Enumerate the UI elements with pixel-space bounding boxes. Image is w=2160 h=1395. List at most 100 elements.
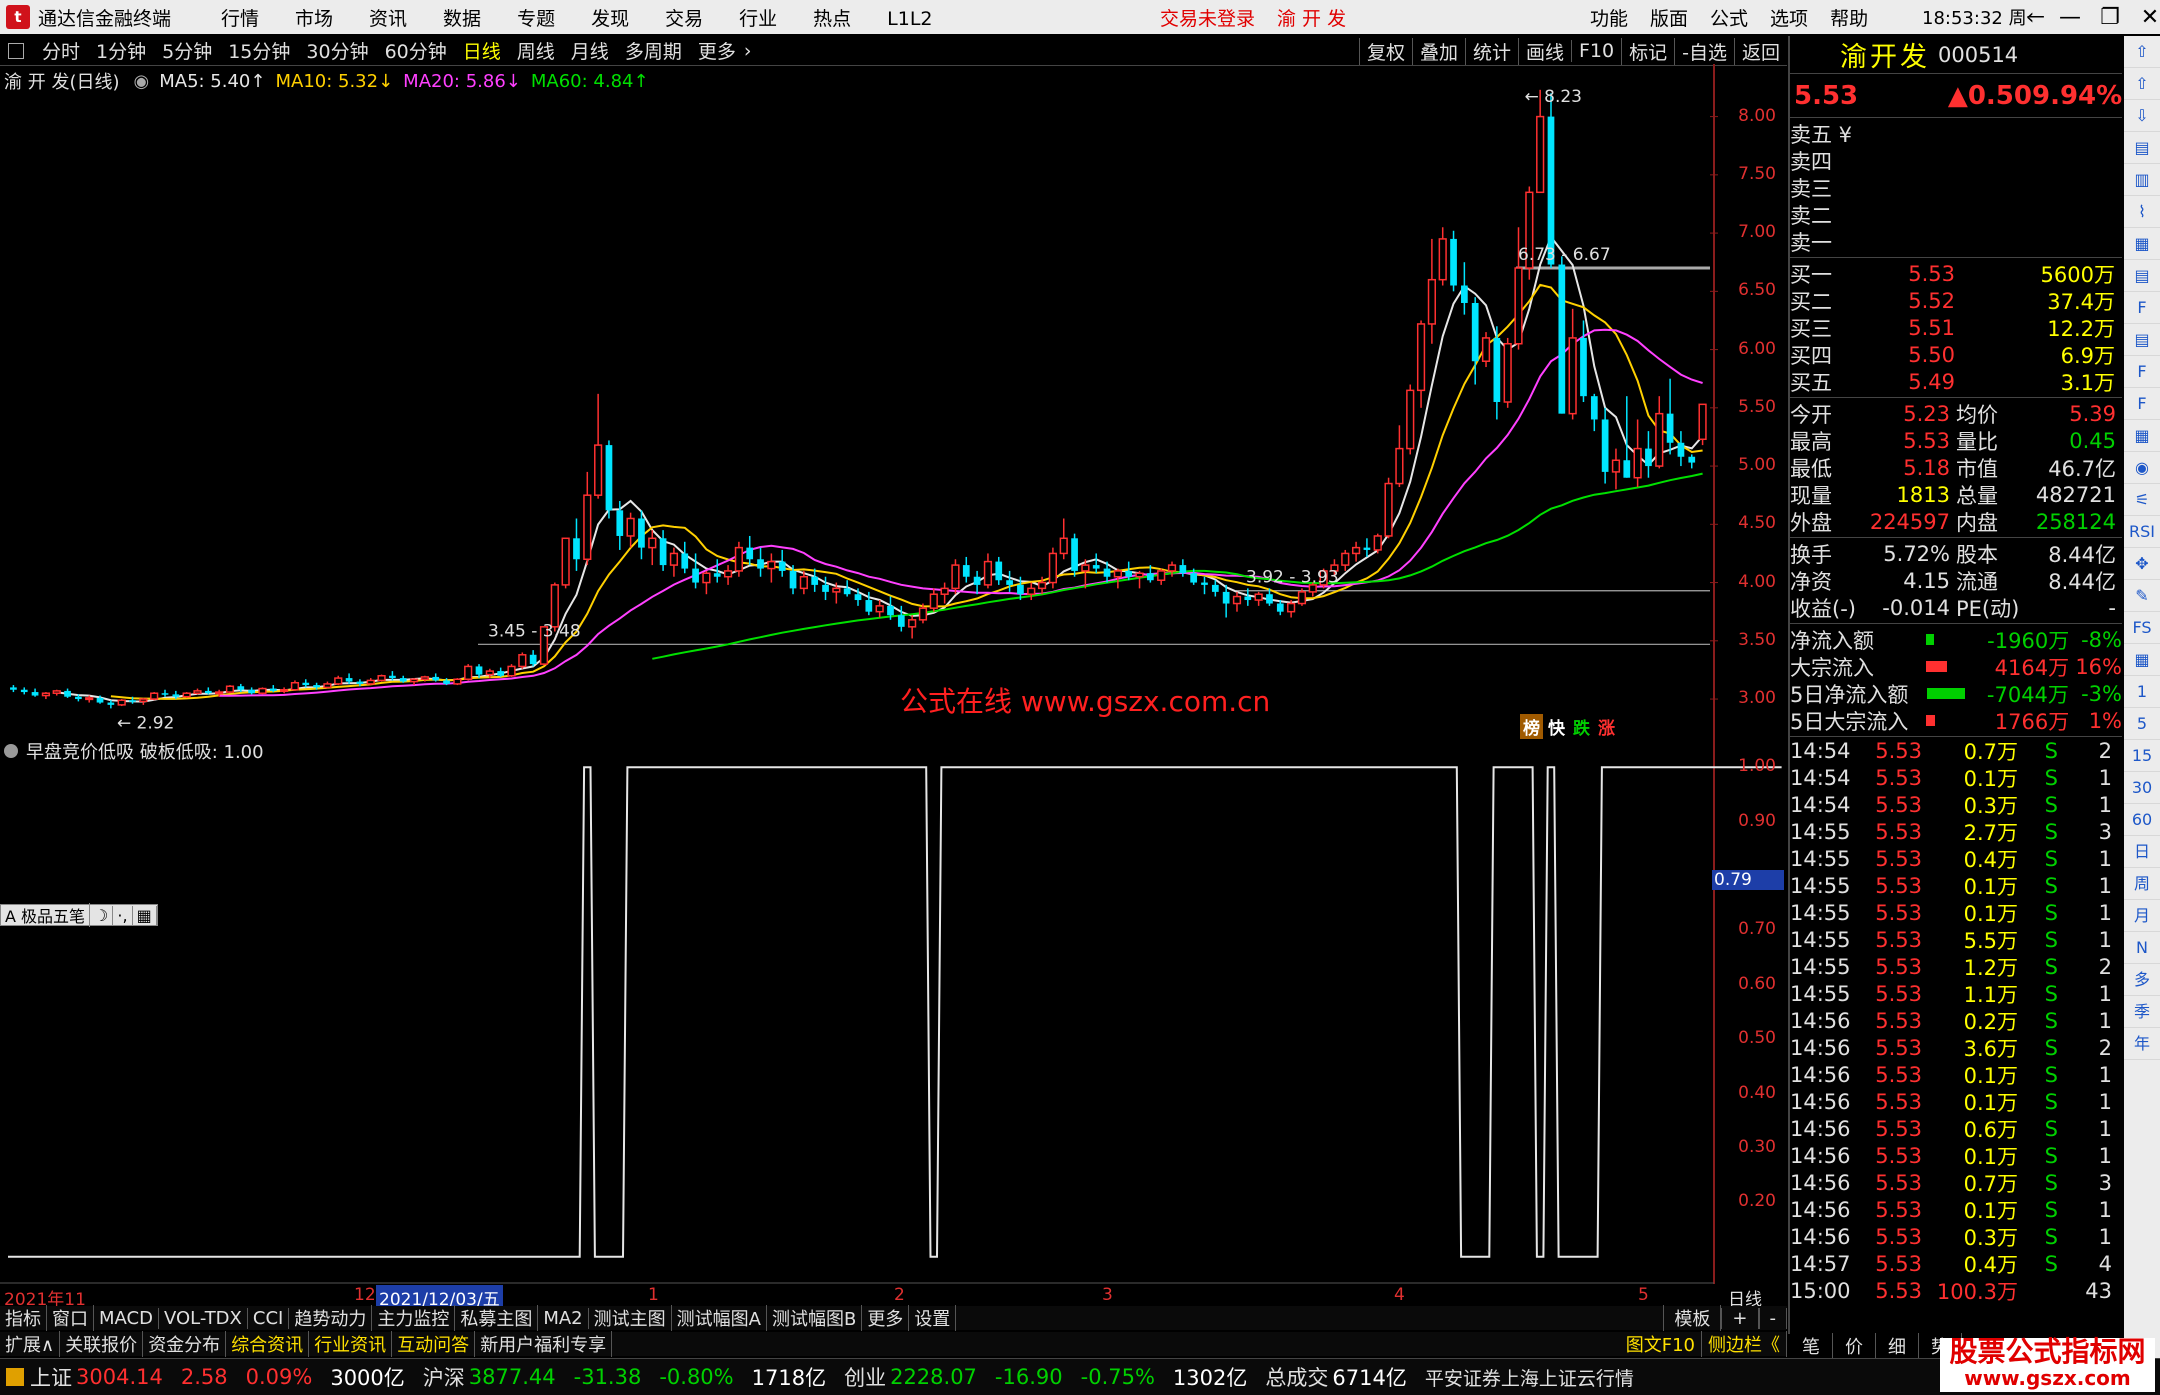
- window-icon[interactable]: [8, 42, 24, 59]
- menu-item[interactable]: 热点: [795, 4, 869, 31]
- side-tool-icon[interactable]: ▦: [2124, 228, 2160, 260]
- badge[interactable]: 涨: [1595, 714, 1618, 739]
- info-tab[interactable]: 新用户福利专享: [475, 1331, 613, 1357]
- tool-button[interactable]: 返回: [1733, 37, 1787, 65]
- side-tool-icon[interactable]: FS: [2124, 612, 2160, 644]
- menu-item[interactable]: 市场: [277, 4, 351, 31]
- index-name[interactable]: 沪深: [423, 1362, 465, 1392]
- side-tool-icon[interactable]: F: [2124, 388, 2160, 420]
- indicator-tab[interactable]: 私募主图: [455, 1305, 539, 1331]
- indicator-tab[interactable]: 测试幅图B: [767, 1305, 863, 1331]
- side-tool-icon[interactable]: 1: [2124, 676, 2160, 708]
- menu-item[interactable]: 行业: [721, 4, 795, 31]
- tool-button[interactable]: 统计: [1464, 37, 1518, 65]
- side-tool-icon[interactable]: 多: [2124, 964, 2160, 996]
- indicator-tab[interactable]: 窗口: [47, 1305, 94, 1331]
- side-tool-icon[interactable]: 周: [2124, 868, 2160, 900]
- tool-button[interactable]: 复权: [1358, 37, 1412, 65]
- badge[interactable]: 快: [1545, 714, 1568, 739]
- minimize-icon[interactable]: —: [2050, 5, 2090, 30]
- ask-row[interactable]: 卖五 ¥: [1790, 120, 2122, 147]
- side-tool-icon[interactable]: ⇧: [2124, 36, 2160, 68]
- side-tool-icon[interactable]: ⇩: [2124, 100, 2160, 132]
- info-tab[interactable]: 互动问答: [392, 1331, 476, 1357]
- panel-tab[interactable]: 细: [1876, 1333, 1919, 1359]
- indicator-tab[interactable]: 指标: [0, 1305, 47, 1331]
- tool-button[interactable]: -自选: [1674, 37, 1734, 65]
- tab-control[interactable]: 模板: [1663, 1305, 1722, 1331]
- tool-button[interactable]: 叠加: [1411, 37, 1465, 65]
- menu-item[interactable]: 发现: [573, 4, 647, 31]
- bid-row[interactable]: 买三 5.51 12.2万: [1790, 314, 2122, 341]
- tab-control[interactable]: +: [1721, 1307, 1759, 1329]
- close-icon[interactable]: ✕: [2130, 5, 2160, 30]
- side-tool-icon[interactable]: 15: [2124, 740, 2160, 772]
- side-tool-icon[interactable]: F: [2124, 292, 2160, 324]
- tab-control[interactable]: -: [1758, 1307, 1787, 1329]
- indicator-tab[interactable]: MA2: [538, 1307, 589, 1329]
- side-tool-icon[interactable]: N: [2124, 932, 2160, 964]
- moon-icon[interactable]: ☽: [90, 905, 114, 925]
- indicator-chart[interactable]: [0, 740, 1787, 1284]
- index-name[interactable]: 上证: [30, 1362, 72, 1392]
- side-tool-icon[interactable]: ⚟: [2124, 484, 2160, 516]
- period-tab[interactable]: 多周期: [617, 37, 690, 64]
- side-tool-icon[interactable]: 5: [2124, 708, 2160, 740]
- keyboard-icon[interactable]: ▦: [133, 905, 157, 925]
- side-tool-icon[interactable]: ⌇: [2124, 196, 2160, 228]
- menu-item[interactable]: 选项: [1770, 8, 1808, 30]
- info-tab-right[interactable]: 侧边栏《: [1702, 1331, 1787, 1357]
- indicator-tab[interactable]: 测试主图: [589, 1305, 672, 1331]
- side-tool-icon[interactable]: 日: [2124, 836, 2160, 868]
- ask-row[interactable]: 卖一: [1790, 228, 2122, 255]
- side-tool-icon[interactable]: ▤: [2124, 260, 2160, 292]
- indicator-tab[interactable]: 测试幅图A: [672, 1305, 767, 1331]
- period-tab[interactable]: 60分钟: [377, 37, 455, 64]
- ime-label[interactable]: A 极品五笔: [1, 903, 91, 927]
- side-tool-icon[interactable]: 30: [2124, 772, 2160, 804]
- tool-button[interactable]: 标记: [1621, 37, 1674, 65]
- info-tab[interactable]: 扩展∧: [0, 1331, 61, 1357]
- ime-toolbar[interactable]: A 极品五笔 ☽ ·, ▦: [0, 903, 158, 927]
- period-tab[interactable]: 周线: [509, 37, 563, 64]
- period-tab[interactable]: 月线: [563, 37, 617, 64]
- bid-row[interactable]: 买一 5.53 5600万: [1790, 260, 2122, 287]
- side-tool-icon[interactable]: ✥: [2124, 548, 2160, 580]
- side-tool-icon[interactable]: ⇧: [2124, 68, 2160, 100]
- menu-item[interactable]: 行情: [203, 4, 277, 31]
- back-icon[interactable]: ‹: [2010, 5, 2050, 30]
- ask-row[interactable]: 卖二: [1790, 201, 2122, 228]
- period-tab[interactable]: 分时: [34, 37, 88, 64]
- indicator-tab[interactable]: VOL-TDX: [159, 1307, 248, 1329]
- period-tab-selected[interactable]: 日线: [455, 37, 509, 64]
- badge[interactable]: 跌: [1570, 714, 1593, 739]
- indicator-tab[interactable]: 设置: [909, 1305, 957, 1331]
- menu-item[interactable]: 资讯: [351, 4, 425, 31]
- menu-item[interactable]: 专题: [499, 4, 573, 31]
- info-tab-right[interactable]: 图文F10: [1620, 1331, 1702, 1357]
- menu-item[interactable]: 功能: [1590, 8, 1628, 30]
- side-tool-icon[interactable]: ▦: [2124, 644, 2160, 676]
- info-tab[interactable]: 行业资讯: [309, 1331, 393, 1357]
- tool-button[interactable]: F10: [1571, 40, 1621, 62]
- badge[interactable]: 榜: [1520, 714, 1543, 739]
- price-chart[interactable]: 6.73 - 6.67 3.92 - 3.93 3.45 - 3.48 ← 8.23 ←…: [0, 64, 1787, 740]
- period-tab[interactable]: 5分钟: [154, 37, 220, 64]
- indicator-toggle-icon[interactable]: [4, 744, 18, 758]
- menu-item[interactable]: L1L2: [869, 8, 950, 30]
- punct-icon[interactable]: ·,: [113, 905, 133, 925]
- side-tool-icon[interactable]: 年: [2124, 1028, 2160, 1060]
- ask-row[interactable]: 卖三: [1790, 174, 2122, 201]
- panel-tab[interactable]: 笔: [1790, 1333, 1833, 1359]
- side-tool-icon[interactable]: F: [2124, 356, 2160, 388]
- ask-row[interactable]: 卖四: [1790, 147, 2122, 174]
- indicator-tab[interactable]: CCI: [248, 1307, 290, 1329]
- period-tab[interactable]: 30分钟: [298, 37, 376, 64]
- side-tool-icon[interactable]: 月: [2124, 900, 2160, 932]
- panel-tab[interactable]: 价: [1833, 1333, 1876, 1359]
- side-tool-icon[interactable]: 季: [2124, 996, 2160, 1028]
- trade-status[interactable]: 交易未登录: [1160, 8, 1255, 30]
- info-tab[interactable]: 关联报价: [60, 1331, 144, 1357]
- menu-item[interactable]: 版面: [1650, 8, 1688, 30]
- bid-row[interactable]: 买五 5.49 3.1万: [1790, 368, 2122, 395]
